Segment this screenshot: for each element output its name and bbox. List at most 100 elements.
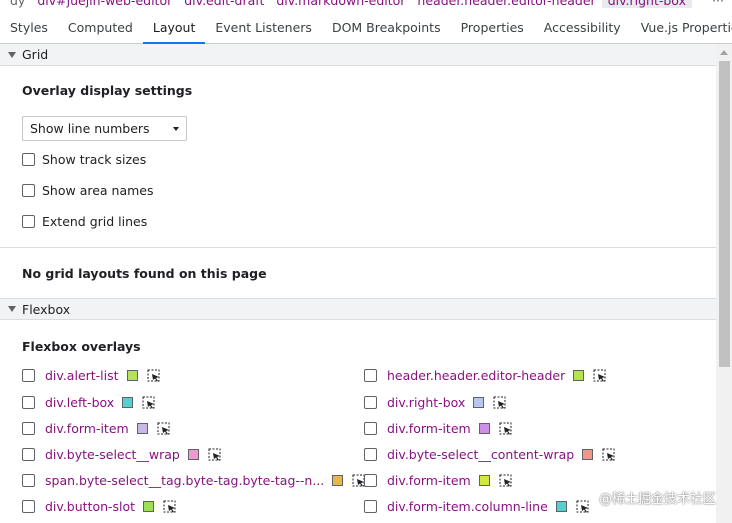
- color-swatch[interactable]: [582, 449, 594, 460]
- flexbox-section-header[interactable]: Flexbox: [0, 298, 716, 320]
- element-selector-link[interactable]: div.button-slot: [45, 499, 135, 514]
- color-swatch[interactable]: [122, 397, 134, 408]
- flexbox-overlay-item[interactable]: div.byte-select__wrap: [22, 447, 222, 462]
- tab-layout[interactable]: Layout: [142, 12, 206, 44]
- reveal-element-icon[interactable]: [147, 369, 161, 383]
- element-selector-link[interactable]: div.left-box: [45, 395, 114, 410]
- overlay-checkbox[interactable]: [364, 500, 377, 513]
- select-value: Show line numbers: [30, 121, 150, 136]
- flexbox-overlay-item[interactable]: div.button-slot: [22, 499, 177, 514]
- breadcrumb-item[interactable]: div.edit-draft: [178, 0, 270, 8]
- color-swatch[interactable]: [573, 370, 585, 381]
- chevron-down-icon: [173, 127, 179, 131]
- color-swatch[interactable]: [126, 370, 138, 381]
- element-selector-link[interactable]: div.right-box: [387, 395, 465, 410]
- tab-properties[interactable]: Properties: [451, 12, 534, 43]
- no-grid-message: No grid layouts found on this page: [22, 266, 267, 281]
- overlay-checkbox[interactable]: [364, 396, 377, 409]
- reveal-element-icon[interactable]: [157, 422, 171, 436]
- color-swatch[interactable]: [136, 423, 148, 434]
- tab-vuejs-properties[interactable]: Vue.js Properties: [631, 12, 732, 43]
- overlay-settings-title: Overlay display settings: [22, 83, 193, 98]
- overlay-checkbox[interactable]: [22, 448, 35, 461]
- grid-section-title: Grid: [22, 47, 49, 62]
- element-selector-link[interactable]: span.byte-select__tag.byte-tag.byte-tag-…: [45, 473, 324, 488]
- tab-computed[interactable]: Computed: [58, 12, 143, 43]
- extend-grid-lines-checkbox[interactable]: [22, 215, 35, 228]
- reveal-element-icon[interactable]: [576, 500, 590, 514]
- vertical-scrollbar[interactable]: [716, 44, 732, 523]
- tab-styles[interactable]: Styles: [0, 12, 58, 43]
- color-swatch[interactable]: [187, 449, 199, 460]
- flexbox-overlay-item[interactable]: span.byte-select__tag.byte-tag.byte-tag-…: [22, 473, 366, 488]
- reveal-element-icon[interactable]: [593, 369, 607, 383]
- overlay-checkbox[interactable]: [364, 474, 377, 487]
- checkbox-label: Extend grid lines: [42, 214, 148, 229]
- reveal-element-icon[interactable]: [208, 448, 222, 462]
- flexbox-overlay-item[interactable]: header.header.editor-header: [364, 368, 607, 383]
- reveal-element-icon[interactable]: [163, 500, 177, 514]
- color-swatch[interactable]: [555, 501, 567, 512]
- show-track-sizes-option[interactable]: Show track sizes: [22, 152, 146, 167]
- element-selector-link[interactable]: div.form-item: [387, 421, 471, 436]
- color-swatch[interactable]: [473, 397, 485, 408]
- layout-pane: Grid Overlay display settings Show line …: [0, 44, 716, 523]
- show-area-names-option[interactable]: Show area names: [22, 183, 154, 198]
- breadcrumb-item[interactable]: div.markdown-editor: [270, 0, 411, 8]
- reveal-element-icon[interactable]: [142, 396, 156, 410]
- element-selector-link[interactable]: div.form-item.column-line: [387, 499, 548, 514]
- section-divider: [0, 247, 716, 248]
- element-selector-link[interactable]: div.form-item: [387, 473, 471, 488]
- reveal-element-icon[interactable]: [499, 422, 513, 436]
- flexbox-overlay-item[interactable]: div.form-item.column-line: [364, 499, 590, 514]
- flexbox-overlay-item[interactable]: div.right-box: [364, 395, 507, 410]
- color-swatch[interactable]: [478, 423, 490, 434]
- panel-tabbar: Styles Computed Layout Event Listeners D…: [0, 12, 732, 44]
- flexbox-overlay-item[interactable]: div.byte-select__content-wrap: [364, 447, 616, 462]
- overlay-checkbox[interactable]: [364, 369, 377, 382]
- breadcrumb-item[interactable]: dy: [0, 0, 31, 8]
- flexbox-overlay-item[interactable]: div.form-item: [22, 421, 171, 436]
- reveal-element-icon[interactable]: [499, 474, 513, 488]
- overlay-checkbox[interactable]: [364, 448, 377, 461]
- overlay-checkbox[interactable]: [22, 396, 35, 409]
- reveal-element-icon[interactable]: [493, 396, 507, 410]
- show-area-names-checkbox[interactable]: [22, 184, 35, 197]
- overlay-checkbox[interactable]: [22, 474, 35, 487]
- element-selector-link[interactable]: header.header.editor-header: [387, 368, 565, 383]
- element-selector-link[interactable]: div.byte-select__wrap: [45, 447, 180, 462]
- breadcrumb-item[interactable]: header.header.editor-header: [411, 0, 601, 8]
- tab-dom-breakpoints[interactable]: DOM Breakpoints: [322, 12, 451, 43]
- overlay-checkbox[interactable]: [364, 422, 377, 435]
- line-numbers-select[interactable]: Show line numbers: [22, 116, 187, 141]
- element-selector-link[interactable]: div.byte-select__content-wrap: [387, 447, 574, 462]
- breadcrumb-more-icon[interactable]: ···: [712, 0, 724, 8]
- flexbox-overlay-item[interactable]: div.left-box: [22, 395, 156, 410]
- overlay-checkbox[interactable]: [22, 500, 35, 513]
- overlay-checkbox[interactable]: [22, 369, 35, 382]
- flexbox-overlay-item[interactable]: div.form-item: [364, 421, 513, 436]
- breadcrumb-item-selected[interactable]: div.right-box: [601, 0, 692, 8]
- overlay-checkbox[interactable]: [22, 422, 35, 435]
- color-swatch[interactable]: [332, 475, 344, 486]
- flexbox-overlay-item[interactable]: div.form-item: [364, 473, 513, 488]
- breadcrumb-item[interactable]: div#juejin-web-editor: [31, 0, 178, 8]
- tab-event-listeners[interactable]: Event Listeners: [205, 12, 322, 43]
- color-swatch[interactable]: [478, 475, 490, 486]
- reveal-element-icon[interactable]: [602, 448, 616, 462]
- breadcrumb: dy div#juejin-web-editor div.edit-draft …: [0, 0, 732, 12]
- extend-grid-lines-option[interactable]: Extend grid lines: [22, 214, 147, 229]
- watermark: @稀土掘金技术社区: [598, 492, 716, 507]
- checkbox-label: Show track sizes: [42, 152, 147, 167]
- checkbox-label: Show area names: [42, 183, 154, 198]
- tab-accessibility[interactable]: Accessibility: [534, 12, 631, 43]
- scroll-up-arrow-icon[interactable]: [720, 50, 728, 55]
- element-selector-link[interactable]: div.form-item: [45, 421, 129, 436]
- color-swatch[interactable]: [143, 501, 155, 512]
- grid-section-header[interactable]: Grid: [0, 44, 716, 66]
- flexbox-overlay-item[interactable]: div.alert-list: [22, 368, 161, 383]
- flexbox-section-title: Flexbox: [22, 301, 71, 317]
- show-track-sizes-checkbox[interactable]: [22, 153, 35, 166]
- element-selector-link[interactable]: div.alert-list: [45, 368, 119, 383]
- scrollbar-thumb[interactable]: [719, 61, 730, 367]
